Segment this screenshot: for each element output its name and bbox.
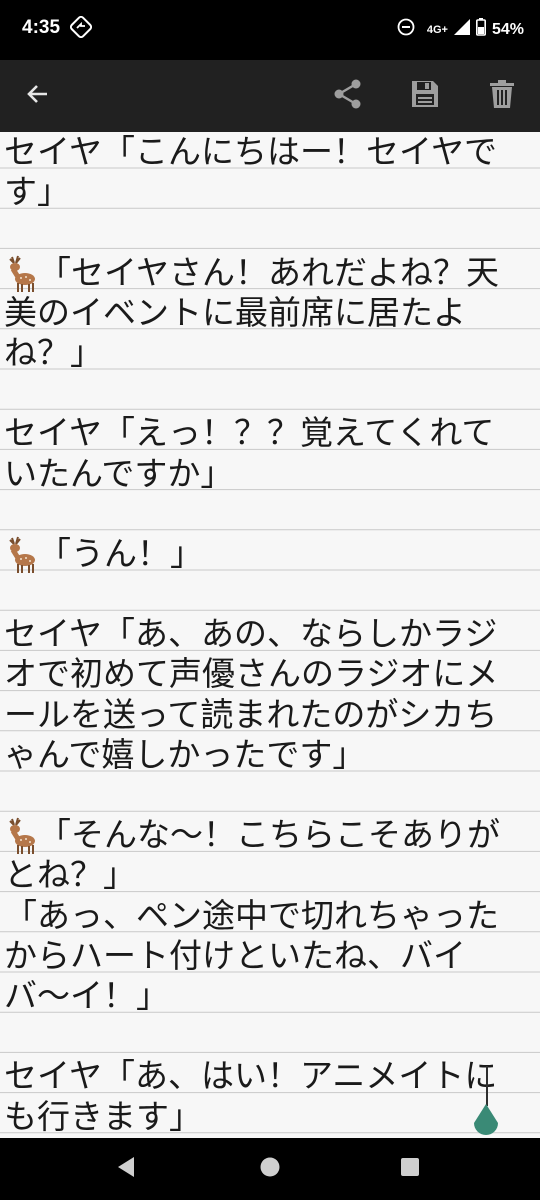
deer-emoji-icon: [4, 253, 38, 292]
line-text: オで初めて声優さんのラジオにメ: [4, 654, 499, 694]
text-line: 「うん！」: [4, 534, 532, 574]
line-text: 「セイヤさん！あれだよね？天: [38, 252, 500, 292]
line-text: 「うん！」: [38, 533, 203, 573]
line-text: 「あっ、ペン途中で切れちゃった: [4, 895, 499, 935]
dnd-icon: [397, 18, 415, 41]
sync-icon: [69, 15, 93, 43]
battery-icon: [475, 18, 486, 41]
text-line: ね？」: [4, 333, 532, 373]
nav-back-button[interactable]: [96, 1138, 156, 1200]
text-line: セイヤ「あ、はい！アニメイトに: [4, 1056, 532, 1096]
arrow-left-icon: [25, 81, 51, 111]
note-editor[interactable]: セイヤ「こんにちはー！セイヤで す」「セイヤさん！あれだよね？天 美のイベントに最前…: [0, 132, 540, 1138]
text-line: す」: [4, 172, 532, 212]
line-text: セイヤ「あ、はい！アニメイト: [4, 1056, 465, 1096]
text-line: オで初めて声優さんのラジオにメ: [4, 654, 532, 694]
line-text: セイヤ「えっ！？？覚えてくれて: [4, 413, 495, 453]
nav-recents-button[interactable]: [380, 1138, 440, 1200]
text-line: バ〜イ！」: [4, 976, 532, 1016]
text-line: いたんですか」: [4, 454, 532, 494]
toolbar: [0, 60, 540, 132]
line-text: に: [464, 1056, 498, 1096]
share-button[interactable]: [320, 60, 376, 132]
cursor-handle[interactable]: [472, 1104, 500, 1142]
battery-percent: 54%: [491, 20, 524, 38]
note-text[interactable]: セイヤ「こんにちはー！セイヤで す」「セイヤさん！あれだよね？天 美のイベントに最前…: [4, 132, 532, 1137]
line-text: も行きます」: [4, 1096, 202, 1136]
triangle-back-icon: [116, 1156, 136, 1182]
line-text: とね？」: [4, 855, 136, 895]
text-line: からハート付けといたね、バイ: [4, 936, 532, 976]
line-text: セイヤ「あ、あの、ならしかラジ: [4, 614, 498, 654]
deer-emoji-icon: [4, 534, 38, 574]
text-line: セイヤ「こんにちはー！セイヤで: [4, 132, 532, 172]
status-time: 4:35: [22, 17, 61, 38]
text-line: セイヤ「あ、あの、ならしかラジ: [4, 614, 532, 654]
text-line: 「セイヤさん！あれだよね？天: [4, 253, 532, 293]
trash-icon: [488, 78, 516, 114]
line-text: バ〜イ！」: [4, 975, 169, 1015]
deer-emoji-icon: [4, 815, 38, 855]
square-recents-icon: [400, 1157, 420, 1181]
text-line: 美のイベントに最前席に居たよ: [4, 293, 532, 333]
text-line: 「そんな〜！こちらこそありが: [4, 815, 532, 855]
save-button[interactable]: [397, 60, 453, 132]
line-text: いたんですか」: [4, 453, 234, 493]
circle-home-icon: [259, 1156, 281, 1182]
nav-home-button[interactable]: [240, 1138, 300, 1200]
text-line: 「あっ、ペン途中で切れちゃった: [4, 896, 532, 936]
signal-icon: [453, 19, 470, 40]
text-cursor: [486, 1066, 488, 1106]
text-line: セイヤ「えっ！？？覚えてくれて: [4, 413, 532, 453]
floppy-disk-icon: [409, 78, 441, 114]
line-text: す」: [4, 172, 70, 212]
line-text: からハート付けといたね、バイ: [4, 935, 466, 975]
text-line: とね？」: [4, 855, 532, 895]
line-text: 「そんな〜！こちらこそありが: [38, 815, 500, 855]
text-line: も行きます」: [4, 1097, 532, 1137]
back-button[interactable]: [10, 60, 66, 132]
line-text: 美のイベントに最前席に居たよ: [4, 292, 466, 332]
line-text: ゃんで嬉しかったです」: [4, 734, 366, 774]
status-bar: 4:35 4G+ 54%: [0, 0, 540, 60]
text-line: ールを送って読まれたのがシカち: [4, 695, 532, 735]
line-text: ね？」: [4, 332, 103, 372]
share-icon: [332, 78, 364, 114]
line-text: ールを送って読まれたのがシカち: [4, 694, 498, 734]
text-line: ゃんで嬉しかったです」: [4, 735, 532, 775]
delete-button[interactable]: [474, 60, 530, 132]
line-text: セイヤ「こんにちはー！セイヤで: [4, 132, 498, 171]
navigation-bar: [0, 1138, 540, 1200]
network-type: 4G+: [426, 23, 448, 36]
